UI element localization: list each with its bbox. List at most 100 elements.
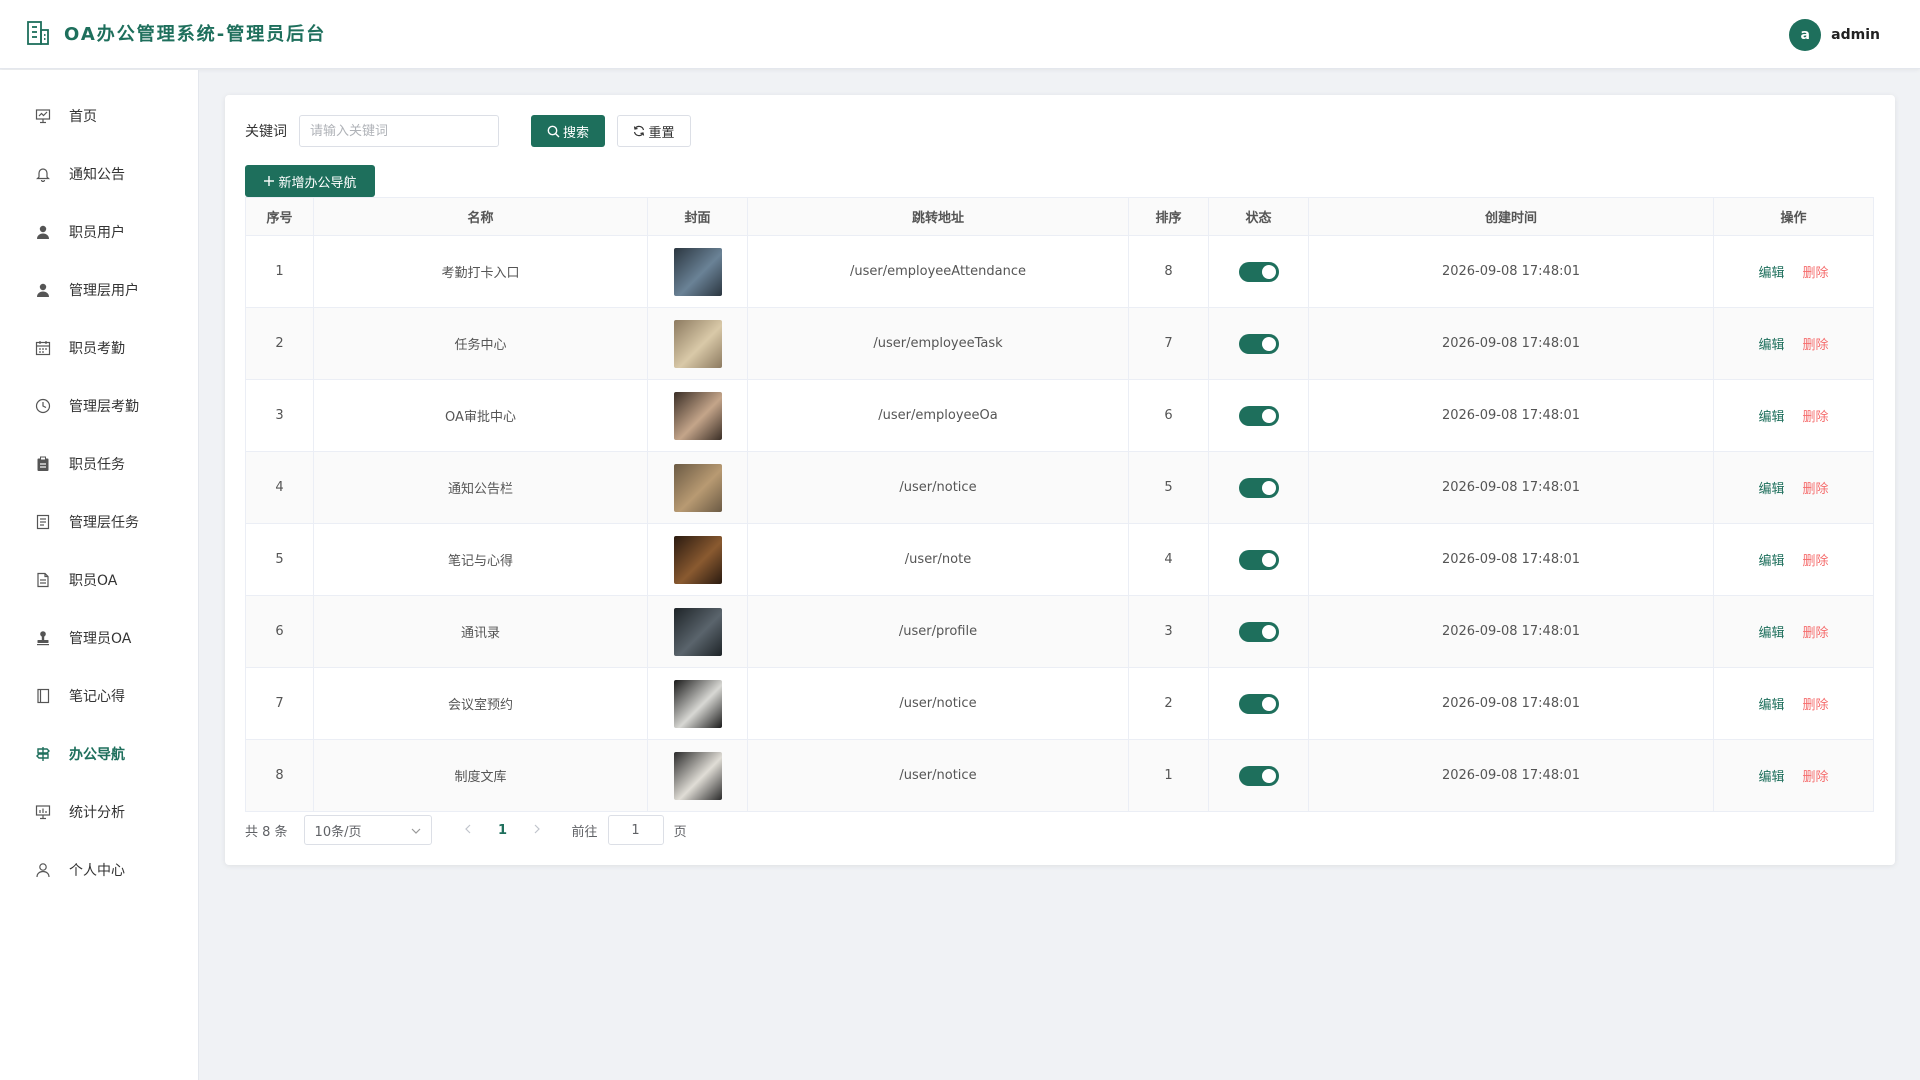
goto-page-input[interactable] bbox=[607, 815, 664, 845]
page-number-current[interactable]: 1 bbox=[488, 823, 518, 838]
edit-button[interactable]: 编辑 bbox=[1758, 410, 1784, 425]
status-toggle[interactable] bbox=[1238, 333, 1279, 354]
edit-button[interactable]: 编辑 bbox=[1758, 626, 1784, 641]
column-header-sort: 排序 bbox=[1128, 197, 1209, 236]
table-row: 2 任务中心/user/employeeTask 7 2026-09-08 17:48… bbox=[245, 307, 1874, 380]
delete-button[interactable]: 删除 bbox=[1803, 482, 1829, 497]
edit-button[interactable]: 编辑 bbox=[1758, 266, 1784, 281]
sidebar-item-notes[interactable]: 笔记心得 bbox=[0, 667, 199, 725]
file-icon bbox=[35, 572, 51, 588]
cell-index: 1 bbox=[245, 235, 314, 308]
cell-status bbox=[1208, 307, 1309, 380]
clipboard-icon bbox=[35, 456, 51, 472]
building-icon bbox=[27, 21, 49, 45]
page-unit-label: 页 bbox=[673, 824, 687, 840]
table-row: 5 笔记与心得/user/note 4 2026-09-08 17:48:01 编辑 删除 bbox=[245, 523, 1874, 596]
sidebar-item-admin-oa[interactable]: 管理员OA bbox=[0, 609, 199, 667]
status-toggle[interactable] bbox=[1238, 405, 1279, 426]
cell-created: 2026-09-08 17:48:01 bbox=[1308, 379, 1714, 452]
cell-cover bbox=[647, 451, 748, 524]
stamp-icon bbox=[35, 630, 51, 646]
sidebar-item-manager-attendance[interactable]: 管理层考勤 bbox=[0, 377, 199, 435]
sidebar-item-label: 管理层用户 bbox=[69, 283, 139, 299]
sidebar-item-manager-users[interactable]: 管理层用户 bbox=[0, 261, 199, 319]
sidebar-item-notice[interactable]: 通知公告 bbox=[0, 145, 199, 203]
user-menu[interactable]: a admin bbox=[1789, 19, 1880, 51]
cover-image[interactable] bbox=[673, 607, 722, 656]
edit-button[interactable]: 编辑 bbox=[1758, 338, 1784, 353]
cell-actions: 编辑 删除 bbox=[1713, 739, 1874, 812]
prev-page-button[interactable] bbox=[456, 823, 480, 838]
status-toggle[interactable] bbox=[1238, 549, 1279, 570]
delete-button[interactable]: 删除 bbox=[1803, 410, 1829, 425]
sidebar-item-employee-tasks[interactable]: 职员任务 bbox=[0, 435, 199, 493]
username[interactable]: admin bbox=[1831, 27, 1880, 43]
cover-image[interactable] bbox=[673, 247, 722, 296]
delete-button[interactable]: 删除 bbox=[1803, 338, 1829, 353]
next-page-button[interactable] bbox=[526, 823, 550, 838]
status-toggle[interactable] bbox=[1238, 621, 1279, 642]
status-toggle[interactable] bbox=[1238, 693, 1279, 714]
column-header-index: 序号 bbox=[245, 197, 314, 236]
delete-button[interactable]: 删除 bbox=[1803, 770, 1829, 785]
status-toggle[interactable] bbox=[1238, 261, 1279, 282]
sidebar-item-label: 统计分析 bbox=[69, 805, 125, 821]
edit-button[interactable]: 编辑 bbox=[1758, 482, 1784, 497]
cell-index: 8 bbox=[245, 739, 314, 812]
sidebar-item-employee-attendance[interactable]: 职员考勤 bbox=[0, 319, 199, 377]
toggle-knob bbox=[1261, 768, 1276, 783]
keyword-label: 关键词 bbox=[245, 124, 287, 140]
edit-button[interactable]: 编辑 bbox=[1758, 554, 1784, 569]
reset-button[interactable]: 重置 bbox=[617, 115, 691, 147]
search-button[interactable]: 搜索 bbox=[531, 115, 605, 147]
add-office-nav-button[interactable]: 新增办公导航 bbox=[245, 165, 375, 197]
sidebar-item-profile[interactable]: 个人中心 bbox=[0, 841, 199, 899]
sidebar-item-label: 管理员OA bbox=[69, 631, 132, 647]
sidebar-item-employee-users[interactable]: 职员用户 bbox=[0, 203, 199, 261]
delete-button[interactable]: 删除 bbox=[1803, 698, 1829, 713]
sidebar-item-employee-oa[interactable]: 职员OA bbox=[0, 551, 199, 609]
cover-image[interactable] bbox=[673, 535, 722, 584]
delete-button[interactable]: 删除 bbox=[1803, 626, 1829, 641]
toggle-knob bbox=[1261, 408, 1276, 423]
sidebar-item-home[interactable]: 首页 bbox=[0, 87, 199, 145]
cell-actions: 编辑 删除 bbox=[1713, 307, 1874, 380]
cell-cover bbox=[647, 667, 748, 740]
table-row: 4 通知公告栏/user/notice 5 2026-09-08 17:48:01 编辑… bbox=[245, 451, 1874, 524]
edit-button[interactable]: 编辑 bbox=[1758, 770, 1784, 785]
cell-url: /user/notice bbox=[747, 451, 1129, 524]
sidebar-item-office-nav[interactable]: 办公导航 bbox=[0, 725, 199, 783]
toggle-knob bbox=[1261, 624, 1276, 639]
cell-name: 制度文库 bbox=[313, 739, 648, 812]
sidebar-item-manager-tasks[interactable]: 管理层任务 bbox=[0, 493, 199, 551]
cover-image[interactable] bbox=[673, 751, 722, 800]
sidebar-item-label: 首页 bbox=[69, 109, 97, 125]
cell-url: /user/notice bbox=[747, 667, 1129, 740]
page-size-select[interactable]: 10条/页 bbox=[303, 815, 432, 845]
sidebar-item-label: 笔记心得 bbox=[69, 689, 125, 705]
cover-image[interactable] bbox=[673, 391, 722, 440]
keyword-input[interactable] bbox=[299, 115, 499, 147]
page-size-value: 10条/页 bbox=[314, 824, 362, 840]
cell-cover bbox=[647, 235, 748, 308]
cell-url: /user/profile bbox=[747, 595, 1129, 668]
presentation-icon bbox=[35, 108, 51, 124]
cover-image[interactable] bbox=[673, 319, 722, 368]
delete-button[interactable]: 删除 bbox=[1803, 554, 1829, 569]
cell-status bbox=[1208, 523, 1309, 596]
user-icon bbox=[35, 282, 51, 298]
cover-image[interactable] bbox=[673, 463, 722, 512]
avatar[interactable]: a bbox=[1789, 19, 1822, 51]
status-toggle[interactable] bbox=[1238, 765, 1279, 786]
status-toggle[interactable] bbox=[1238, 477, 1279, 498]
delete-button[interactable]: 删除 bbox=[1803, 266, 1829, 281]
content-card: 关键词 搜索 重置 新增办公导航 序号 名称 封面 跳转地址 排序 状态 bbox=[225, 95, 1895, 865]
cover-image[interactable] bbox=[673, 679, 722, 728]
cell-sort: 5 bbox=[1128, 451, 1209, 524]
sidebar-item-label: 职员OA bbox=[69, 573, 118, 589]
edit-button[interactable]: 编辑 bbox=[1758, 698, 1784, 713]
cell-created: 2026-09-08 17:48:01 bbox=[1308, 523, 1714, 596]
sidebar-item-statistics[interactable]: 统计分析 bbox=[0, 783, 199, 841]
cell-name: 考勤打卡入口 bbox=[313, 235, 648, 308]
cell-actions: 编辑 删除 bbox=[1713, 451, 1874, 524]
